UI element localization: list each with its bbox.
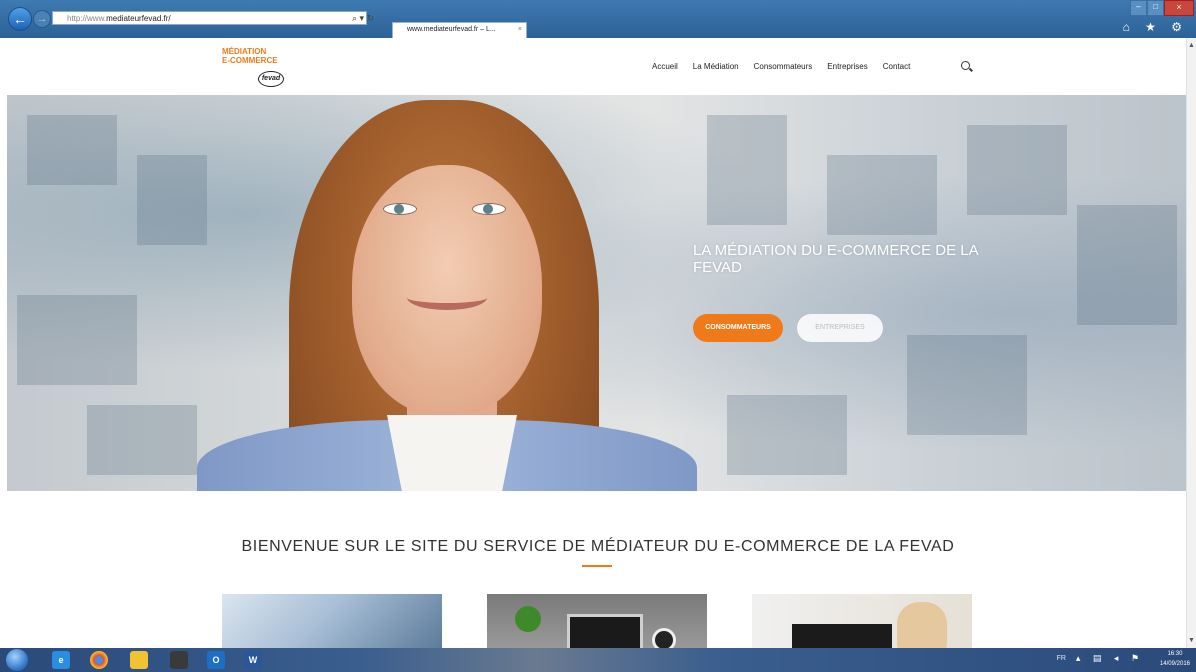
menu-item-la-mediation[interactable]: La Médiation [693, 60, 739, 74]
background-photo-tile [907, 335, 1027, 435]
word-icon[interactable]: W [244, 651, 262, 669]
maximize-button[interactable]: □ [1147, 0, 1164, 16]
hero-title: LA MÉDIATION DU E-COMMERCE DE LA FEVAD [693, 242, 978, 276]
main-menu: Accueil La Médiation Consommateurs Entre… [652, 60, 910, 74]
welcome-heading: BIENVENUE SUR LE SITE DU SERVICE DE MÉDI… [241, 538, 955, 555]
consumers-button[interactable]: CONSOMMATEURS [693, 314, 783, 342]
internet-explorer-icon[interactable]: e [52, 651, 70, 669]
feature-card-desk[interactable] [487, 594, 707, 650]
start-button[interactable] [6, 649, 28, 671]
address-tools[interactable]: ⌕ ▾ ↻ [352, 11, 374, 25]
tab-title: www.mediateurfevad.fr – L... [407, 26, 496, 33]
back-button[interactable]: ← [8, 7, 32, 31]
person-image [897, 602, 947, 650]
background-photo-tile [27, 115, 117, 185]
scroll-up-icon[interactable]: ▲ [1188, 42, 1195, 49]
clock-time: 16:30 [1167, 651, 1183, 657]
browser-chrome: ← → http://www.mediateurfevad.fr/ ⌕ ▾ ↻ … [0, 0, 1196, 38]
background-photo-tile [727, 395, 847, 475]
media-player-icon[interactable] [170, 651, 188, 669]
portrait-eye [383, 203, 417, 215]
windows-taskbar: e O W FR ▴ ▤ ◂ ⚑ 16:30 14/09/2016 [0, 648, 1196, 672]
clock-date: 14/09/2016 [1159, 661, 1190, 667]
address-domain: mediateurfevad.fr/ [106, 14, 171, 23]
window-controls: – □ × [1130, 0, 1194, 16]
hero-banner: LA MÉDIATION DU E-COMMERCE DE LA FEVAD C… [7, 95, 1186, 491]
chrome-icon[interactable] [90, 651, 108, 669]
monitor-image [792, 624, 892, 650]
background-photo-tile [17, 295, 137, 385]
menu-item-consommateurs[interactable]: Consommateurs [754, 60, 813, 74]
feature-card-handshake[interactable] [222, 594, 442, 650]
browser-tab[interactable]: www.mediateurfevad.fr – L... × [392, 22, 527, 38]
scroll-down-icon[interactable]: ▼ [1188, 637, 1195, 644]
background-photo-tile [707, 115, 787, 225]
outlook-icon[interactable]: O [207, 651, 225, 669]
site-logo[interactable]: MÉDIATION E-COMMERCE fevad [222, 47, 302, 92]
address-prefix: http://www. [67, 14, 107, 23]
system-tray-icons[interactable]: ▴ ▤ ◂ ⚑ [1076, 653, 1144, 664]
file-explorer-icon[interactable] [130, 651, 148, 669]
background-photo-tile [827, 155, 937, 235]
background-photo-tile [87, 405, 197, 475]
page-scrollbar[interactable]: ▲ ▼ [1186, 38, 1196, 648]
minimize-button[interactable]: – [1130, 0, 1147, 16]
companies-button[interactable]: ENTREPRISES [797, 314, 883, 342]
logo-text-line1: MÉDIATION [222, 47, 267, 56]
menu-item-contact[interactable]: Contact [883, 60, 911, 74]
logo-text-line2: E-COMMERCE [222, 56, 278, 65]
forward-button[interactable]: → [33, 10, 51, 28]
site-header: MÉDIATION E-COMMERCE fevad Accueil La Mé… [0, 38, 1186, 95]
heading-divider [582, 565, 612, 567]
background-photo-tile [967, 125, 1067, 215]
portrait-eye [472, 203, 506, 215]
laptop-image [567, 614, 643, 650]
menu-item-entreprises[interactable]: Entreprises [827, 60, 867, 74]
background-photo-tile [1077, 205, 1177, 325]
home-favorites-settings-icons[interactable]: ⌂ ★ ⚙ [1123, 20, 1188, 34]
plant-image [515, 606, 541, 632]
forward-arrow-icon: → [36, 13, 48, 25]
menu-item-accueil[interactable]: Accueil [652, 60, 678, 74]
background-photo-tile [137, 155, 207, 245]
back-arrow-icon: ← [13, 11, 27, 27]
close-window-button[interactable]: × [1164, 0, 1194, 16]
taskbar-clock[interactable]: 16:30 14/09/2016 [1160, 649, 1190, 669]
fevad-badge: fevad [258, 71, 284, 87]
tab-close-icon[interactable]: × [518, 23, 522, 37]
portrait-smile [407, 285, 487, 310]
search-icon[interactable] [961, 61, 970, 70]
coffee-cup-image [652, 628, 676, 650]
address-bar[interactable]: http://www.mediateurfevad.fr/ [52, 11, 367, 25]
portrait-blouse [387, 415, 517, 491]
feature-card-office[interactable] [752, 594, 972, 650]
language-indicator[interactable]: FR [1057, 655, 1066, 662]
